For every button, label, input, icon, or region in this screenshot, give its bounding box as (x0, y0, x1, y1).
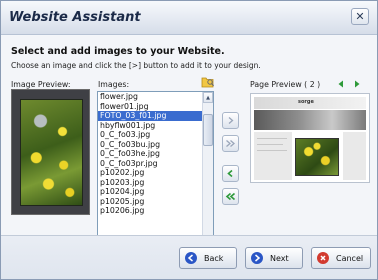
preview-left-column (254, 132, 292, 180)
title-bar: Website Assistant ✕ (1, 1, 377, 35)
button-bar: Back Next Cancel (1, 235, 377, 279)
next-arrow-icon (251, 252, 263, 264)
images-label: Images: (98, 80, 130, 89)
preview-text-line (257, 150, 287, 151)
window-title: Website Assistant (9, 10, 141, 25)
preview-header: sorge (254, 97, 366, 109)
previous-page-arrow-icon[interactable] (337, 80, 345, 88)
add-all-images-button[interactable] (222, 135, 239, 152)
next-button-label: Next (270, 253, 289, 263)
cancel-button[interactable]: Cancel (311, 247, 371, 269)
preview-flower-photo (295, 138, 339, 176)
next-button[interactable]: Next (245, 247, 303, 269)
page-preview-thumbnail: sorge (250, 93, 370, 183)
website-assistant-dialog: Website Assistant ✕ Select and add image… (0, 0, 378, 280)
chevron-left-icon (227, 169, 233, 178)
chevron-right-icon (228, 117, 234, 124)
preview-text-line (257, 138, 287, 139)
image-list-item[interactable]: p10205.jpg (98, 197, 202, 207)
next-page-arrow-icon[interactable] (353, 80, 361, 88)
preview-banner (254, 110, 366, 130)
remove-image-button[interactable] (222, 165, 239, 182)
image-list-item[interactable]: 0_C_fo03pr.jpg (98, 159, 202, 169)
cancel-button-label: Cancel (336, 253, 364, 263)
back-button[interactable]: Back (179, 247, 237, 269)
image-preview-panel (11, 89, 90, 215)
image-list-item[interactable]: 0_C_fo03.jpg (98, 130, 202, 140)
image-preview-label: Image Preview: (11, 80, 71, 89)
back-button-label: Back (204, 253, 224, 263)
close-button[interactable]: ✕ (351, 8, 369, 25)
double-chevron-left-icon (225, 192, 236, 201)
image-list-item[interactable]: flower.jpg (98, 92, 202, 102)
image-list-item[interactable]: p10202.jpg (98, 168, 202, 178)
preview-logo: sorge (298, 99, 314, 105)
instruction-text: Choose an image and click the [>] button… (11, 61, 261, 70)
image-list-item[interactable]: 0_C_fo03bu.jpg (98, 140, 202, 150)
image-list-item[interactable]: hbyflw001.jpg (98, 121, 202, 131)
page-preview-label: Page Preview ( 2 ) (250, 80, 321, 89)
image-list-item[interactable]: p10204.jpg (98, 187, 202, 197)
back-arrow-icon (185, 252, 197, 264)
double-chevron-right-icon (226, 140, 235, 147)
flower-photo (20, 99, 83, 206)
image-list-item[interactable]: p10203.jpg (98, 178, 202, 188)
page-heading: Select and add images to your Website. (11, 46, 225, 57)
browse-folder-icon[interactable] (201, 76, 215, 88)
scroll-up-button[interactable]: ▲ (203, 92, 213, 103)
preview-right-column (343, 132, 366, 180)
content-area: Select and add images to your Website. C… (1, 36, 377, 259)
cancel-x-icon (317, 252, 329, 264)
remove-all-images-button[interactable] (222, 188, 239, 205)
image-list-item[interactable]: flower01.jpg (98, 102, 202, 112)
add-image-button[interactable] (222, 112, 239, 129)
images-scrollbar[interactable]: ▲ ▼ (202, 92, 213, 258)
image-list-item[interactable]: FOTO_03_f01.jpg (98, 111, 202, 121)
images-listbox[interactable]: flower.jpg flower01.jpg FOTO_03_f01.jpg hby… (97, 91, 214, 259)
scroll-thumb[interactable] (203, 114, 213, 146)
image-list-item[interactable]: p10206.jpg (98, 206, 202, 216)
preview-text-line (257, 144, 283, 145)
image-list-item[interactable]: 0_C_fo03he.jpg (98, 149, 202, 159)
close-icon: ✕ (355, 10, 365, 23)
